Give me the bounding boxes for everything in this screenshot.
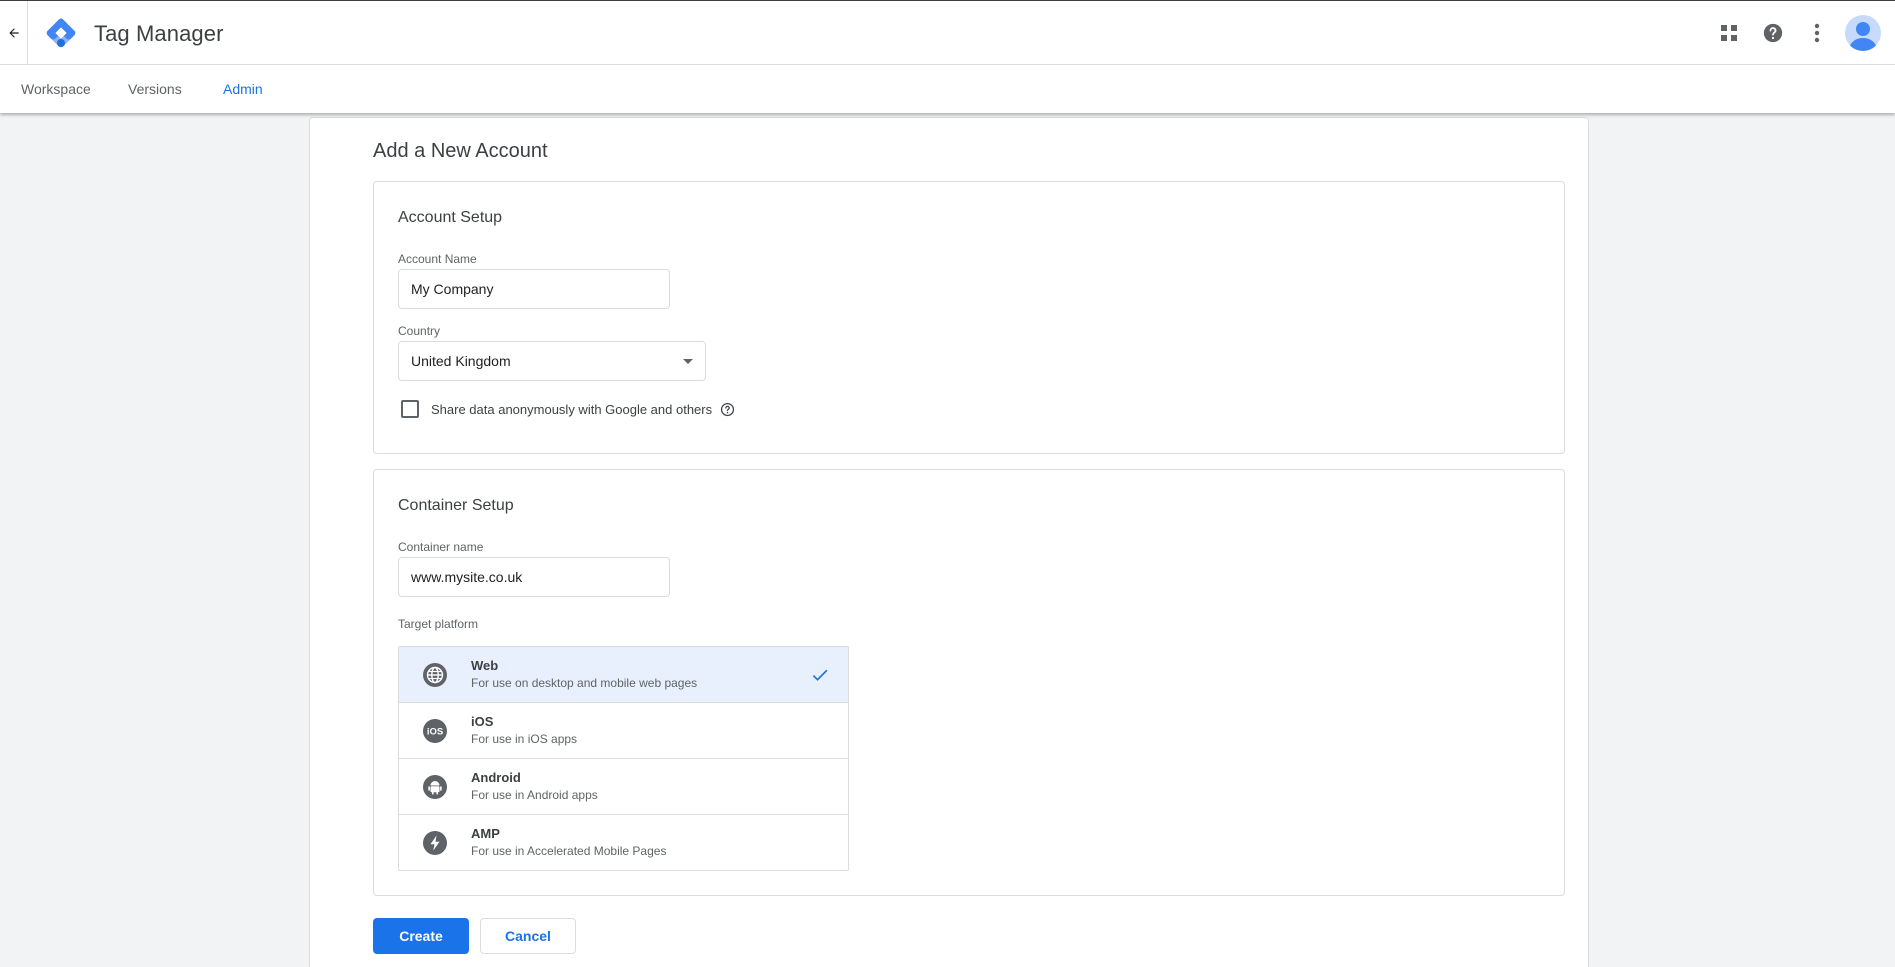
apps-button[interactable]	[1707, 11, 1751, 55]
section-title: Account Setup	[398, 209, 503, 226]
help-button[interactable]	[1751, 11, 1795, 55]
platform-name: iOS	[471, 714, 494, 729]
more-options-button[interactable]	[1795, 11, 1839, 55]
share-data-row: Share data anonymously with Google and o…	[401, 400, 735, 418]
top-actions	[1707, 1, 1895, 65]
svg-text:iOS: iOS	[427, 727, 443, 738]
apps-grid-icon	[1721, 25, 1737, 41]
person-icon	[1849, 22, 1877, 51]
create-button[interactable]: Create	[373, 918, 469, 954]
container-setup-section: Container Setup Container name Target pl…	[373, 469, 1565, 896]
dropdown-arrow-icon	[683, 358, 693, 364]
account-name-input[interactable]	[398, 269, 670, 309]
top-app-bar: Tag Manager	[0, 0, 1895, 65]
platform-option-android[interactable]: Android For use in Android apps	[399, 759, 848, 815]
platform-option-amp[interactable]: AMP For use in Accelerated Mobile Pages	[399, 815, 848, 870]
amp-lightning-icon	[423, 831, 447, 855]
account-setup-section: Account Setup Account Name Country Unite…	[373, 181, 1565, 454]
android-icon	[423, 775, 447, 799]
cancel-button[interactable]: Cancel	[480, 918, 576, 954]
container-name-input[interactable]	[398, 557, 670, 597]
platform-name: Android	[471, 770, 521, 785]
country-value: United Kingdom	[411, 353, 511, 369]
app-title: Tag Manager	[94, 21, 224, 46]
section-title: Container Setup	[398, 497, 514, 514]
platform-description: For use in Accelerated Mobile Pages	[471, 844, 667, 858]
new-account-card: Add a New Account Account Setup Account …	[309, 117, 1589, 967]
help-outline-icon[interactable]	[720, 402, 735, 417]
tag-manager-logo	[46, 18, 76, 48]
country-select[interactable]: United Kingdom	[398, 341, 706, 381]
platform-name: AMP	[471, 826, 500, 841]
tab-admin[interactable]: Admin	[223, 81, 263, 97]
share-data-label: Share data anonymously with Google and o…	[431, 401, 713, 417]
container-name-label: Container name	[398, 540, 484, 554]
ios-icon: iOS	[423, 719, 447, 743]
share-data-checkbox[interactable]	[401, 400, 419, 418]
check-icon	[812, 669, 828, 681]
country-label: Country	[398, 324, 441, 338]
back-button[interactable]	[0, 1, 28, 65]
tab-versions[interactable]: Versions	[128, 81, 182, 97]
page-title: Add a New Account	[373, 140, 548, 162]
help-icon	[1763, 23, 1783, 43]
platform-list: Web For use on desktop and mobile web pa…	[398, 646, 849, 871]
account-name-label: Account Name	[398, 252, 477, 266]
platform-name: Web	[471, 658, 499, 673]
platform-option-ios[interactable]: iOS iOS For use in iOS apps	[399, 703, 848, 759]
platform-description: For use in iOS apps	[471, 732, 578, 746]
sub-navigation: Workspace Versions Admin	[0, 65, 1895, 113]
account-avatar[interactable]	[1845, 15, 1881, 51]
platform-description: For use on desktop and mobile web pages	[471, 676, 698, 690]
platform-option-web[interactable]: Web For use on desktop and mobile web pa…	[399, 647, 848, 703]
back-arrow-icon	[8, 28, 19, 38]
tab-workspace[interactable]: Workspace	[21, 81, 91, 97]
more-vert-icon	[1814, 23, 1820, 43]
platform-description: For use in Android apps	[471, 788, 598, 802]
globe-icon	[423, 663, 447, 687]
target-platform-label: Target platform	[398, 617, 479, 631]
